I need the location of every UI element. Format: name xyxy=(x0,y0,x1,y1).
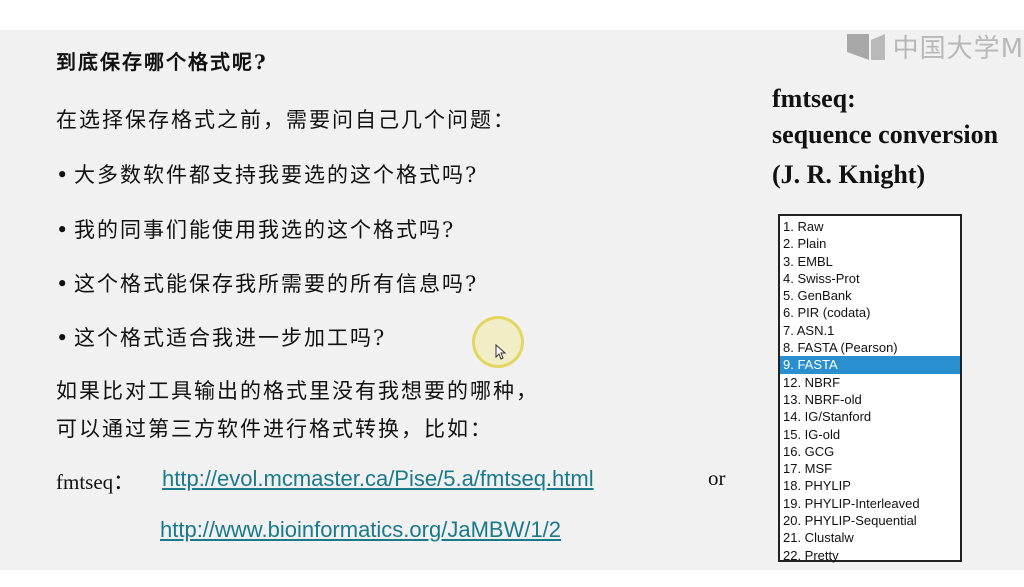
watermark-text: 中国大学M xyxy=(892,34,1024,64)
fmtseq-link[interactable]: http://evol.mcmaster.ca/Pise/5.a/fmtseq.… xyxy=(162,466,594,492)
bullet-item: • 这个格式适合我进一步加工吗? xyxy=(56,322,386,352)
bullet-text: 我的同事们能使用我选的这个格式吗? xyxy=(74,218,456,242)
format-option[interactable]: 15. IG-old xyxy=(780,426,960,443)
format-listbox[interactable]: 1. Raw 2. Plain 3. EMBL 4. Swiss-Prot 5. Gen… xyxy=(778,214,962,564)
slide-question-title: 到底保存哪个格式呢? xyxy=(56,50,268,74)
format-option[interactable]: 7. ASN.1 xyxy=(780,322,960,339)
format-option[interactable]: 8. FASTA (Pearson) xyxy=(780,339,960,356)
slide-intro: 在选择保存格式之前，需要问自己几个问题： xyxy=(56,108,516,132)
format-option[interactable]: 12. NBRF xyxy=(780,374,960,391)
bullet-item: • 我的同事们能使用我选的这个格式吗? xyxy=(56,214,455,244)
fmtseq-author: (J. R. Knight) xyxy=(772,160,926,189)
bullet-text: 大多数软件都支持我要选的这个格式吗? xyxy=(74,163,479,187)
format-option[interactable]: 18. PHYLIP xyxy=(780,477,960,494)
format-option[interactable]: 16. GCG xyxy=(780,443,960,460)
mouse-pointer-icon xyxy=(495,344,507,360)
bullet-dot: • xyxy=(56,218,71,242)
fmtseq-label: fmtseq： xyxy=(56,470,135,494)
video-bottom-bar xyxy=(0,570,1024,587)
or-text: or xyxy=(708,466,726,490)
format-option[interactable]: 17. MSF xyxy=(780,460,960,477)
bullet-item: • 大多数软件都支持我要选的这个格式吗? xyxy=(56,159,478,189)
format-option[interactable]: 13. NBRF-old xyxy=(780,391,960,408)
bullet-item: • 这个格式能保存我所需要的所有信息吗? xyxy=(56,268,478,298)
format-option[interactable]: 4. Swiss-Prot xyxy=(780,270,960,287)
paragraph-line-2: 可以通过第三方软件进行格式转换，比如： xyxy=(56,417,493,441)
format-option[interactable]: 19. PHYLIP-Interleaved xyxy=(780,495,960,512)
mooc-logo-icon xyxy=(846,33,885,60)
bullet-dot: • xyxy=(56,326,71,350)
format-option[interactable]: 9. FASTA xyxy=(780,356,960,374)
format-option[interactable]: 22. Pretty xyxy=(780,547,960,564)
bullet-text: 这个格式适合我进一步加工吗? xyxy=(74,326,387,350)
video-top-bar xyxy=(0,0,1024,30)
paragraph-line-1: 如果比对工具输出的格式里没有我想要的哪种， xyxy=(56,379,539,403)
jambw-link[interactable]: http://www.bioinformatics.org/JaMBW/1/2 xyxy=(160,517,561,543)
fmtseq-title: fmtseq: xyxy=(772,84,856,113)
bullet-dot: • xyxy=(56,163,71,187)
format-option[interactable]: 1. Raw xyxy=(780,218,960,235)
bullet-dot: • xyxy=(56,272,71,296)
format-option[interactable]: 5. GenBank xyxy=(780,287,960,304)
format-option[interactable]: 2. Plain xyxy=(780,235,960,252)
watermark: 中国大学M xyxy=(845,28,1024,65)
format-option[interactable]: 6. PIR (codata) xyxy=(780,304,960,321)
format-option[interactable]: 21. Clustalw xyxy=(780,529,960,546)
fmtseq-subtitle: sequence conversion xyxy=(772,120,999,149)
cursor-highlight xyxy=(472,316,524,368)
format-option[interactable]: 20. PHYLIP-Sequential xyxy=(780,512,960,529)
format-option[interactable]: 14. IG/Stanford xyxy=(780,408,960,425)
format-option[interactable]: 3. EMBL xyxy=(780,253,960,270)
bullet-text: 这个格式能保存我所需要的所有信息吗? xyxy=(74,272,479,296)
